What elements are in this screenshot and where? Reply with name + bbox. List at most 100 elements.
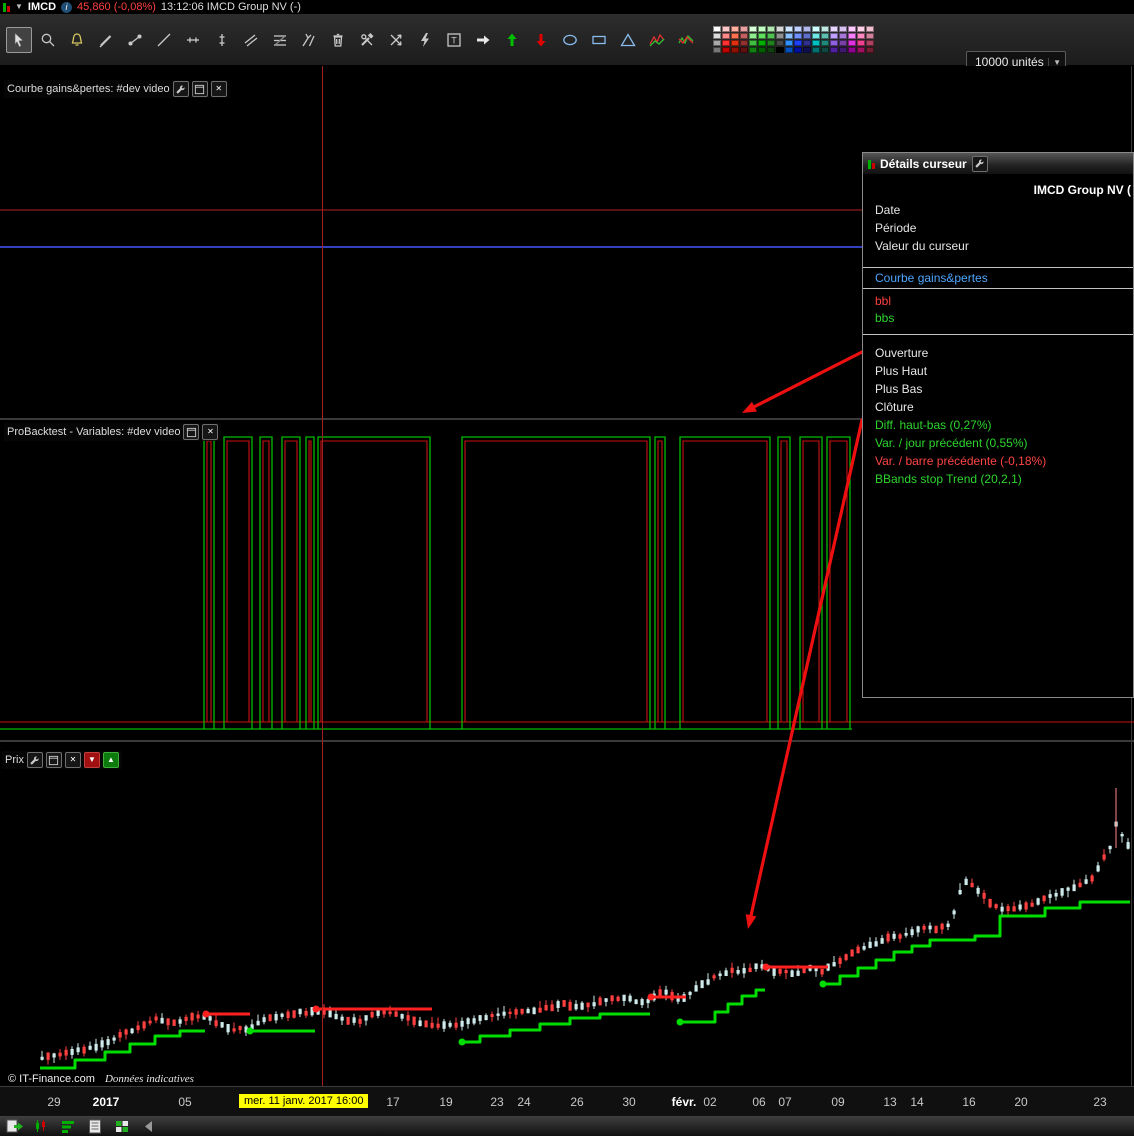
palette-color-swatch[interactable]	[722, 40, 730, 46]
zigzag-red-tool[interactable]	[644, 27, 670, 53]
palette-color-swatch[interactable]	[722, 33, 730, 39]
portfolio-icon[interactable]	[112, 1117, 132, 1135]
panel-settings-button[interactable]	[26, 752, 43, 768]
palette-color-swatch[interactable]	[731, 40, 739, 46]
zoom-tool[interactable]	[35, 27, 61, 53]
palette-color-swatch[interactable]	[794, 40, 802, 46]
palette-color-swatch[interactable]	[776, 26, 784, 32]
palette-color-swatch[interactable]	[839, 33, 847, 39]
palette-color-swatch[interactable]	[830, 33, 838, 39]
palette-color-swatch[interactable]	[794, 33, 802, 39]
pointer-tool[interactable]	[6, 26, 32, 53]
arrow-up-tool[interactable]	[499, 27, 525, 53]
panel-close-button[interactable]: ✕	[202, 424, 219, 440]
text-tool[interactable]: T	[441, 27, 467, 53]
palette-color-swatch[interactable]	[731, 47, 739, 53]
palette-color-swatch[interactable]	[776, 33, 784, 39]
chart-icon[interactable]	[31, 1117, 51, 1135]
palette-color-swatch[interactable]	[821, 40, 829, 46]
palette-color-swatch[interactable]	[821, 33, 829, 39]
palette-color-swatch[interactable]	[740, 40, 748, 46]
time-axis[interactable]: 29 2017 05 17 19 23 24 26 30 févr. 02 06 07 09 13 14 16 2…	[0, 1086, 1134, 1117]
triangle-tool[interactable]	[615, 27, 641, 53]
palette-color-swatch[interactable]	[866, 33, 874, 39]
palette-color-swatch[interactable]	[767, 40, 775, 46]
palette-color-swatch[interactable]	[722, 47, 730, 53]
chevron-down-icon[interactable]: ▼	[15, 2, 23, 12]
palette-color-swatch[interactable]	[758, 40, 766, 46]
palette-color-swatch[interactable]	[749, 40, 757, 46]
palette-color-swatch[interactable]	[713, 33, 721, 39]
palette-color-swatch[interactable]	[857, 47, 865, 53]
palette-color-swatch[interactable]	[731, 33, 739, 39]
palette-color-swatch[interactable]	[758, 33, 766, 39]
palette-color-swatch[interactable]	[785, 33, 793, 39]
up-arrow-button[interactable]: ▲	[102, 752, 119, 768]
palette-color-swatch[interactable]	[812, 47, 820, 53]
segment-dots-tool[interactable]	[122, 27, 148, 53]
palette-color-swatch[interactable]	[767, 33, 775, 39]
palette-color-swatch[interactable]	[776, 47, 784, 53]
palette-color-swatch[interactable]	[740, 47, 748, 53]
palette-color-swatch[interactable]	[848, 40, 856, 46]
rectangle-tool[interactable]	[586, 27, 612, 53]
alarm-tool[interactable]	[64, 27, 90, 53]
palette-color-swatch[interactable]	[830, 47, 838, 53]
palette-color-swatch[interactable]	[803, 47, 811, 53]
palette-color-swatch[interactable]	[812, 33, 820, 39]
line-tool[interactable]	[151, 27, 177, 53]
palette-color-swatch[interactable]	[839, 40, 847, 46]
palette-color-swatch[interactable]	[866, 26, 874, 32]
collapse-arrow-icon[interactable]	[139, 1117, 159, 1135]
zigzag-green-tool[interactable]	[673, 27, 699, 53]
panel-close-button[interactable]: ✕	[210, 81, 227, 97]
palette-color-swatch[interactable]	[776, 40, 784, 46]
flash-tool[interactable]	[412, 27, 438, 53]
panel-settings-button[interactable]	[971, 155, 988, 172]
palette-color-swatch[interactable]	[785, 26, 793, 32]
cursor-details-titlebar[interactable]: Détails curseur	[863, 153, 1133, 175]
arrow-down-tool[interactable]	[528, 27, 554, 53]
palette-color-swatch[interactable]	[794, 26, 802, 32]
palette-color-swatch[interactable]	[740, 33, 748, 39]
palette-color-swatch[interactable]	[857, 26, 865, 32]
palette-color-swatch[interactable]	[866, 40, 874, 46]
panel-window-button[interactable]	[183, 424, 200, 440]
vertical-segment-tool[interactable]	[209, 27, 235, 53]
palette-color-swatch[interactable]	[839, 47, 847, 53]
palette-color-swatch[interactable]	[812, 40, 820, 46]
palette-color-swatch[interactable]	[866, 47, 874, 53]
palette-color-swatch[interactable]	[749, 33, 757, 39]
palette-color-swatch[interactable]	[731, 26, 739, 32]
arrow-right-tool[interactable]	[470, 27, 496, 53]
palette-color-swatch[interactable]	[803, 26, 811, 32]
palette-color-swatch[interactable]	[758, 47, 766, 53]
palette-color-swatch[interactable]	[830, 40, 838, 46]
palette-color-swatch[interactable]	[794, 47, 802, 53]
pitchfork-tool[interactable]	[296, 27, 322, 53]
object-settings-tool[interactable]	[354, 27, 380, 53]
palette-color-swatch[interactable]	[848, 26, 856, 32]
palette-color-swatch[interactable]	[767, 47, 775, 53]
down-arrow-button[interactable]: ▼	[83, 752, 100, 768]
palette-color-swatch[interactable]	[740, 26, 748, 32]
palette-color-swatch[interactable]	[749, 26, 757, 32]
price-chart[interactable]	[0, 742, 1134, 1086]
palette-color-swatch[interactable]	[785, 47, 793, 53]
expand-arrows-tool[interactable]	[383, 27, 409, 53]
palette-color-swatch[interactable]	[803, 33, 811, 39]
palette-color-swatch[interactable]	[722, 26, 730, 32]
palette-color-swatch[interactable]	[749, 47, 757, 53]
backtest-results-icon[interactable]	[58, 1117, 78, 1135]
parallel-lines-tool[interactable]	[238, 27, 264, 53]
palette-color-swatch[interactable]	[713, 47, 721, 53]
palette-color-swatch[interactable]	[803, 40, 811, 46]
palette-color-swatch[interactable]	[857, 33, 865, 39]
fibonacci-tool[interactable]	[267, 27, 293, 53]
info-icon[interactable]: i	[61, 1, 73, 13]
palette-color-swatch[interactable]	[830, 26, 838, 32]
cursor-details-panel[interactable]: Détails curseur IMCD Group NV ( Date Pér…	[862, 152, 1134, 698]
palette-color-swatch[interactable]	[839, 26, 847, 32]
palette-color-swatch[interactable]	[713, 26, 721, 32]
palette-color-swatch[interactable]	[821, 47, 829, 53]
